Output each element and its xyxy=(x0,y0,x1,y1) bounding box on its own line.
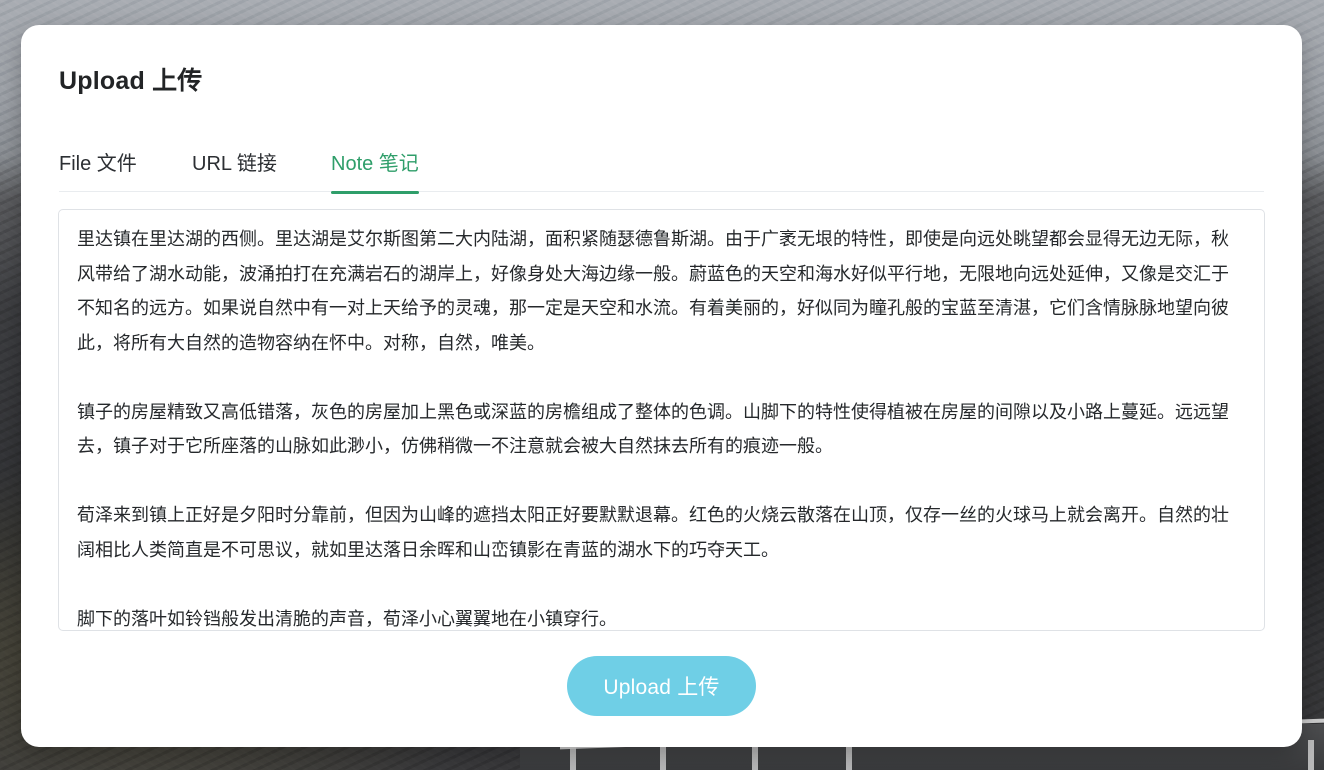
tab-file[interactable]: File 文件 xyxy=(59,147,137,190)
upload-tabs: File 文件 URL 链接 Note 笔记 xyxy=(59,143,1264,194)
upload-modal: Upload 上传 File 文件 URL 链接 Note 笔记 里达镇在里达湖… xyxy=(21,25,1302,747)
note-textarea[interactable]: 里达镇在里达湖的西侧。里达湖是艾尔斯图第二大内陆湖，面积紧随瑟德鲁斯湖。由于广袤… xyxy=(59,210,1264,630)
tab-url[interactable]: URL 链接 xyxy=(192,147,277,190)
modal-title: Upload 上传 xyxy=(59,67,203,95)
tab-note[interactable]: Note 笔记 xyxy=(331,147,419,194)
background-rail-post xyxy=(1308,740,1314,770)
note-editor: 里达镇在里达湖的西侧。里达湖是艾尔斯图第二大内陆湖，面积紧随瑟德鲁斯湖。由于广袤… xyxy=(58,209,1265,631)
upload-button[interactable]: Upload 上传 xyxy=(567,656,756,716)
